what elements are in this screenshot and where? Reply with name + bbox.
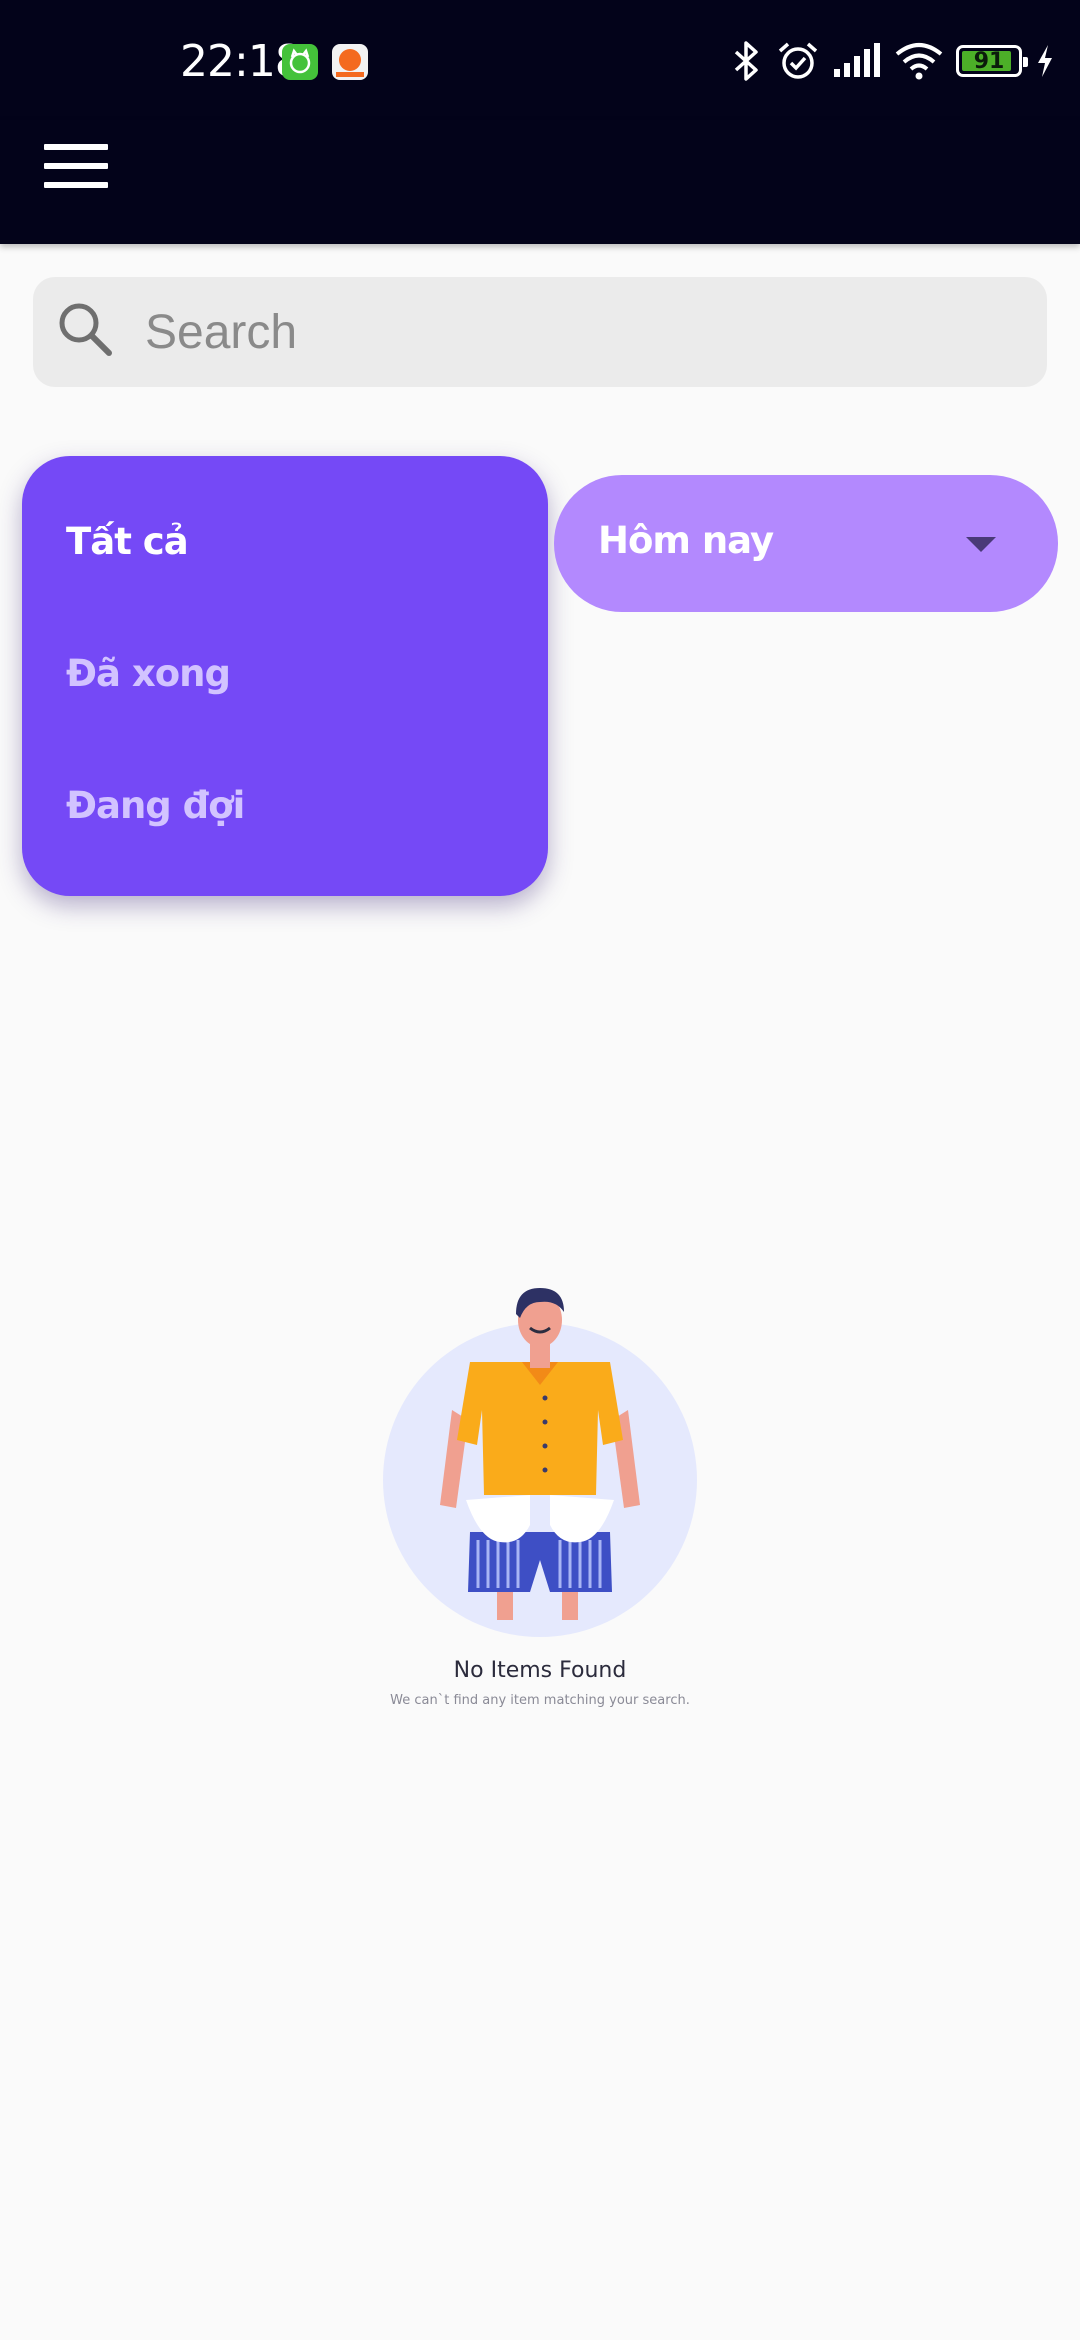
app-bar bbox=[0, 120, 1080, 244]
hamburger-menu-icon[interactable] bbox=[40, 142, 116, 192]
search-bar[interactable] bbox=[33, 277, 1047, 387]
search-icon bbox=[59, 303, 112, 356]
filter-option-done[interactable]: Đã xong bbox=[66, 652, 231, 695]
cat-app-icon bbox=[282, 44, 318, 80]
empty-state-title: No Items Found bbox=[453, 1658, 627, 1683]
empty-state-subtitle: We can`t find any item matching your sea… bbox=[390, 1693, 690, 1708]
status-icons: 91 bbox=[728, 36, 1056, 86]
date-filter-dropdown[interactable]: Hôm nay bbox=[554, 475, 1058, 612]
date-filter-label: Hôm nay bbox=[598, 519, 774, 562]
search-input[interactable] bbox=[145, 295, 1005, 369]
caret-down-icon bbox=[966, 537, 996, 552]
charging-icon bbox=[1038, 45, 1052, 77]
wifi-icon bbox=[895, 43, 943, 80]
status-bar: 22:18 91 bbox=[0, 0, 1080, 120]
orange-app-icon bbox=[332, 44, 368, 80]
filter-option-all[interactable]: Tất cả bbox=[66, 520, 189, 563]
status-filter-menu: Tất cả Đã xong Đang đợi bbox=[22, 456, 548, 896]
battery-level: 91 bbox=[973, 48, 1005, 74]
alarm-icon bbox=[778, 42, 818, 79]
bluetooth-icon bbox=[734, 41, 758, 81]
filter-option-pending[interactable]: Đang đợi bbox=[66, 784, 245, 827]
empty-state-illustration bbox=[383, 1288, 697, 1637]
battery-icon: 91 bbox=[956, 45, 1028, 77]
signal-icon bbox=[834, 43, 880, 77]
